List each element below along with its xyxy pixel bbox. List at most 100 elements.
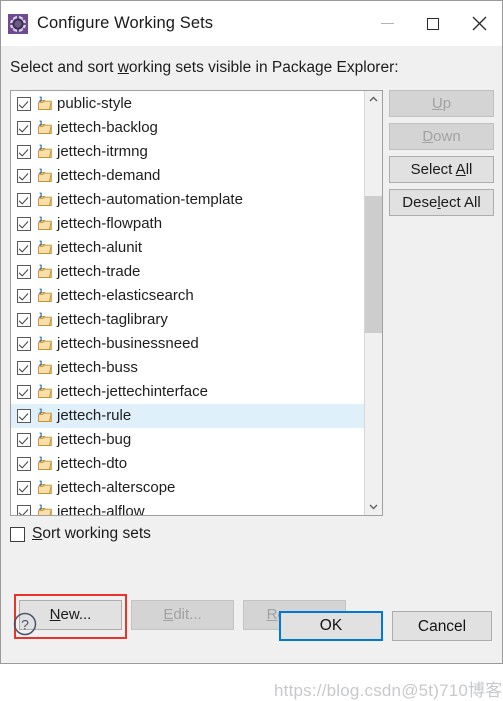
java-working-set-folder-icon bbox=[38, 288, 52, 302]
list-item-label: jettech-elasticsearch bbox=[57, 287, 194, 304]
cancel-button[interactable]: Cancel bbox=[392, 611, 492, 641]
button-label-before: Dese bbox=[402, 194, 438, 211]
list-item-checkbox[interactable] bbox=[17, 97, 31, 111]
list-item[interactable]: jettech-bug bbox=[11, 428, 364, 452]
list-item-label: jettech-businessneed bbox=[57, 335, 199, 352]
java-working-set-folder-icon bbox=[38, 192, 52, 206]
list-item[interactable]: jettech-trade bbox=[11, 260, 364, 284]
java-working-set-folder-icon bbox=[38, 480, 52, 494]
button-label-mnemonic: A bbox=[455, 161, 466, 178]
list-item[interactable]: jettech-jettechinterface bbox=[11, 380, 364, 404]
list-item-checkbox[interactable] bbox=[17, 457, 31, 471]
list-item-checkbox[interactable] bbox=[17, 409, 31, 423]
working-sets-list-items[interactable]: public-style jettech-backlog jettech-itrmn… bbox=[11, 91, 364, 515]
list-item[interactable]: public-style bbox=[11, 92, 364, 116]
sort-working-sets-row[interactable]: Sort working sets bbox=[10, 525, 151, 543]
gear-icon bbox=[8, 13, 28, 34]
close-icon[interactable] bbox=[456, 1, 502, 46]
button-label-mnemonic: U bbox=[431, 95, 443, 112]
list-scrollbar[interactable] bbox=[364, 91, 382, 515]
list-item-checkbox[interactable] bbox=[17, 169, 31, 183]
down-button: Down bbox=[389, 123, 494, 150]
list-item-checkbox[interactable] bbox=[17, 121, 31, 135]
deselect-all-button[interactable]: Deselect All bbox=[389, 189, 494, 216]
list-item-checkbox[interactable] bbox=[17, 193, 31, 207]
prompt-text-after: orking sets visible in Package Explorer: bbox=[128, 59, 399, 76]
java-working-set-folder-icon bbox=[38, 432, 52, 446]
java-working-set-folder-icon bbox=[38, 360, 52, 374]
list-item-label: jettech-rule bbox=[57, 407, 132, 424]
minimize-icon[interactable] bbox=[364, 1, 410, 46]
list-item-label: jettech-jettechinterface bbox=[57, 383, 208, 400]
list-item-label: jettech-alunit bbox=[57, 239, 143, 256]
list-item-label: jettech-trade bbox=[57, 263, 141, 280]
java-working-set-folder-icon bbox=[38, 408, 52, 422]
list-item-label: jettech-automation-template bbox=[57, 191, 243, 208]
list-item[interactable]: jettech-alterscope bbox=[11, 476, 364, 500]
button-label-after: own bbox=[433, 128, 461, 145]
list-item-label: jettech-backlog bbox=[57, 119, 158, 136]
java-working-set-folder-icon bbox=[38, 384, 52, 398]
list-item-checkbox[interactable] bbox=[17, 505, 31, 515]
chevron-up-icon[interactable] bbox=[365, 91, 382, 108]
list-item-label: jettech-alterscope bbox=[57, 479, 176, 496]
java-working-set-folder-icon bbox=[38, 144, 52, 158]
list-item-checkbox[interactable] bbox=[17, 337, 31, 351]
list-item[interactable]: jettech-taglibrary bbox=[11, 308, 364, 332]
list-item[interactable]: jettech-automation-template bbox=[11, 188, 364, 212]
watermark-text: https://blog.csdn@5t)710博客 bbox=[274, 681, 503, 700]
button-label-before: Select bbox=[410, 161, 456, 178]
ok-button[interactable]: OK bbox=[279, 611, 383, 641]
list-item-checkbox[interactable] bbox=[17, 145, 31, 159]
list-item[interactable]: jettech-itrmng bbox=[11, 140, 364, 164]
java-working-set-folder-icon bbox=[38, 240, 52, 254]
java-working-set-folder-icon bbox=[38, 96, 52, 110]
prompt-text-before: Select and sort bbox=[10, 59, 118, 76]
list-item[interactable]: jettech-elasticsearch bbox=[11, 284, 364, 308]
java-working-set-folder-icon bbox=[38, 504, 52, 515]
button-label-after: ect All bbox=[440, 194, 481, 211]
list-item-label: jettech-bug bbox=[57, 431, 132, 448]
list-item[interactable]: jettech-backlog bbox=[11, 116, 364, 140]
svg-text:?: ? bbox=[21, 617, 29, 633]
chevron-down-icon[interactable] bbox=[365, 498, 382, 515]
list-item[interactable]: jettech-flowpath bbox=[11, 212, 364, 236]
java-working-set-folder-icon bbox=[38, 312, 52, 326]
list-item[interactable]: jettech-demand bbox=[11, 164, 364, 188]
list-item[interactable]: jettech-alflow bbox=[11, 500, 364, 515]
maximize-icon[interactable] bbox=[410, 1, 456, 46]
dialog-footer: ? OK Cancel bbox=[1, 603, 502, 663]
list-item[interactable]: jettech-rule bbox=[11, 404, 364, 428]
java-working-set-folder-icon bbox=[38, 336, 52, 350]
scrollbar-thumb[interactable] bbox=[365, 196, 382, 333]
button-label-after: ll bbox=[465, 161, 473, 178]
list-item-checkbox[interactable] bbox=[17, 385, 31, 399]
list-item-checkbox[interactable] bbox=[17, 313, 31, 327]
list-item-checkbox[interactable] bbox=[17, 265, 31, 279]
list-item-checkbox[interactable] bbox=[17, 217, 31, 231]
button-label-after: p bbox=[442, 95, 452, 112]
up-button: Up bbox=[389, 90, 494, 117]
dialog-body: Select and sort working sets visible in … bbox=[1, 46, 502, 700]
list-item-checkbox[interactable] bbox=[17, 241, 31, 255]
list-item-checkbox[interactable] bbox=[17, 433, 31, 447]
prompt-mnemonic: w bbox=[117, 59, 129, 76]
list-item[interactable]: jettech-alunit bbox=[11, 236, 364, 260]
list-item[interactable]: jettech-buss bbox=[11, 356, 364, 380]
sort-working-sets-checkbox[interactable] bbox=[10, 526, 25, 542]
list-item[interactable]: jettech-dto bbox=[11, 452, 364, 476]
list-order-buttons: Up Down Select All Deselect All bbox=[389, 90, 494, 216]
java-working-set-folder-icon bbox=[38, 456, 52, 470]
help-icon[interactable]: ? bbox=[12, 611, 38, 637]
list-item-label: jettech-itrmng bbox=[57, 143, 148, 160]
list-item-checkbox[interactable] bbox=[17, 361, 31, 375]
footer-buttons: OK Cancel bbox=[279, 611, 492, 641]
list-item-checkbox[interactable] bbox=[17, 481, 31, 495]
list-item[interactable]: jettech-businessneed bbox=[11, 332, 364, 356]
select-all-button[interactable]: Select All bbox=[389, 156, 494, 183]
list-item-checkbox[interactable] bbox=[17, 289, 31, 303]
list-item-label: public-style bbox=[57, 95, 133, 112]
working-sets-list[interactable]: public-style jettech-backlog jettech-itrmn… bbox=[10, 90, 383, 516]
configure-working-sets-dialog: Configure Working Sets Select and sort w… bbox=[0, 0, 503, 700]
sort-label-after: ort working sets bbox=[42, 525, 151, 542]
